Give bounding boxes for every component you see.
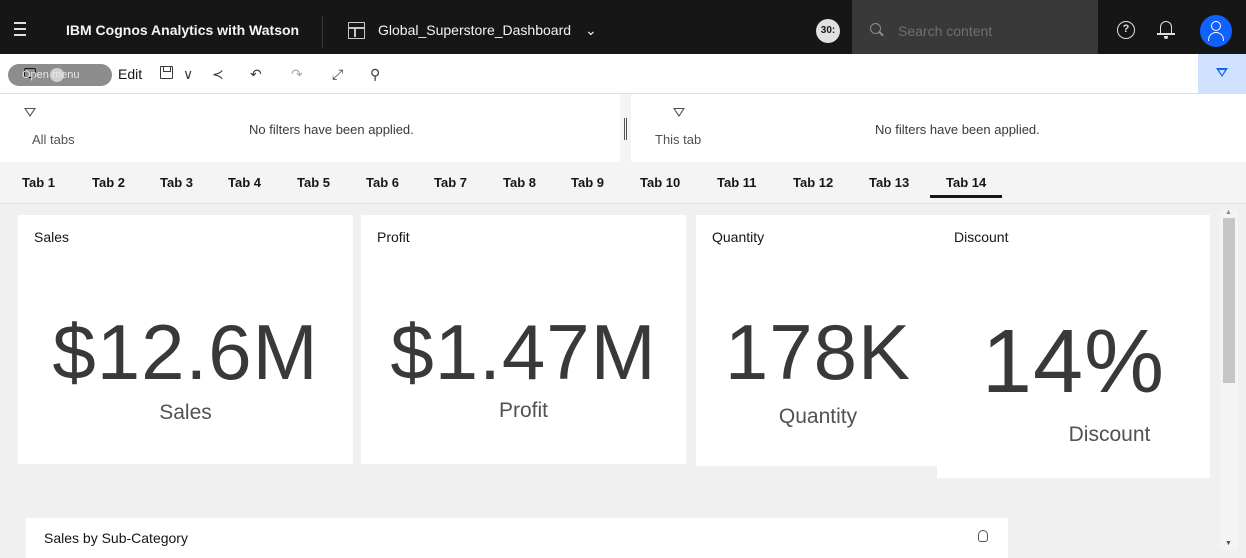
this-tab-filter-panel[interactable]: This tab No filters have been applied. bbox=[631, 94, 1246, 162]
scrollbar-thumb[interactable] bbox=[1223, 218, 1235, 383]
dashboard-icon bbox=[348, 22, 365, 39]
kpi-label: Discount bbox=[1068, 423, 1151, 446]
edit-label[interactable]: Edit bbox=[118, 66, 142, 82]
bell-icon[interactable] bbox=[1157, 19, 1175, 39]
filter-divider-handle[interactable] bbox=[624, 118, 627, 140]
tab-1[interactable]: Tab 1 bbox=[22, 175, 55, 190]
fullscreen-icon[interactable]: ⤢ bbox=[332, 66, 343, 83]
kpi-card-profit[interactable]: Profit $1.47M Profit bbox=[361, 215, 686, 464]
kpi-value: $1.47M bbox=[390, 308, 657, 396]
all-tabs-label: All tabs bbox=[32, 132, 75, 147]
tab-4[interactable]: Tab 4 bbox=[228, 175, 261, 190]
kpi-value: 14% bbox=[981, 312, 1166, 412]
kpi-label: Sales bbox=[159, 401, 212, 424]
kpi-value: $12.6M bbox=[52, 308, 319, 396]
tab-7[interactable]: Tab 7 bbox=[434, 175, 467, 190]
kpi-card-sales[interactable]: Sales $12.6M Sales bbox=[18, 215, 353, 464]
tab-14[interactable]: Tab 14 bbox=[946, 175, 986, 190]
kpi-title: Sales bbox=[34, 229, 70, 245]
chevron-down-icon[interactable]: ⌄ bbox=[585, 22, 597, 39]
sales-by-subcategory-card[interactable]: Sales by Sub-Category bbox=[26, 518, 1008, 558]
hamburger-menu-icon[interactable] bbox=[14, 22, 30, 38]
this-tab-label: This tab bbox=[655, 132, 702, 147]
tab-13[interactable]: Tab 13 bbox=[869, 175, 909, 190]
all-tabs-filter-message: No filters have been applied. bbox=[249, 122, 414, 137]
tab-bar: Tab 1 Tab 2 Tab 3 Tab 4 Tab 5 Tab 6 Tab … bbox=[0, 162, 1246, 204]
kpi-title: Profit bbox=[377, 229, 410, 245]
share-icon[interactable]: ≺ bbox=[212, 66, 224, 83]
tab-12[interactable]: Tab 12 bbox=[793, 175, 833, 190]
card-title: Sales by Sub-Category bbox=[44, 530, 188, 546]
search-icon bbox=[870, 23, 881, 34]
open-menu-toggle[interactable]: Open menu bbox=[8, 64, 112, 86]
kpi-label: Quantity bbox=[778, 405, 858, 428]
kpi-title: Discount bbox=[954, 229, 1009, 245]
tab-8[interactable]: Tab 8 bbox=[503, 175, 536, 190]
kpi-label: Profit bbox=[498, 399, 548, 422]
dashboard-name[interactable]: Global_Superstore_Dashboard bbox=[378, 22, 571, 38]
filter-area: All tabs No filters have been applied. T… bbox=[0, 94, 1246, 162]
kpi-card-discount[interactable]: Discount 14% Discount bbox=[937, 215, 1210, 478]
tab-9[interactable]: Tab 9 bbox=[571, 175, 604, 190]
tab-2[interactable]: Tab 2 bbox=[92, 175, 125, 190]
kpi-card-quantity[interactable]: Quantity 178K Quantity bbox=[696, 215, 940, 466]
filter-panel-toggle[interactable] bbox=[1198, 54, 1246, 94]
scroll-up-arrow-icon[interactable]: ▲ bbox=[1225, 209, 1232, 216]
kpi-title: Quantity bbox=[712, 229, 765, 245]
lightbulb-icon[interactable] bbox=[978, 530, 988, 542]
user-avatar[interactable] bbox=[1200, 15, 1232, 47]
save-dropdown-chevron-icon[interactable]: ∨ bbox=[183, 66, 193, 83]
tab-3[interactable]: Tab 3 bbox=[160, 175, 193, 190]
help-icon[interactable]: ? bbox=[1117, 21, 1135, 39]
open-menu-label: Open menu bbox=[22, 69, 80, 81]
tab-10[interactable]: Tab 10 bbox=[640, 175, 680, 190]
save-icon[interactable] bbox=[160, 66, 173, 79]
notification-count-badge[interactable]: 30: bbox=[816, 19, 840, 43]
app-title: IBM Cognos Analytics with Watson bbox=[66, 22, 300, 38]
filter-icon bbox=[673, 108, 685, 117]
undo-icon[interactable]: ↶ bbox=[250, 66, 262, 83]
active-tab-indicator bbox=[930, 195, 1002, 198]
header-divider bbox=[322, 16, 323, 48]
dashboard-toolbar: Open menu Edit ∨ ≺ ↶ ↷ ⤢ ⚲ bbox=[0, 54, 1246, 94]
scroll-down-arrow-icon[interactable]: ▼ bbox=[1225, 540, 1232, 547]
filter-icon bbox=[1216, 68, 1228, 77]
tab-11[interactable]: Tab 11 bbox=[717, 175, 757, 190]
kpi-value: 178K bbox=[724, 308, 912, 396]
tab-6[interactable]: Tab 6 bbox=[366, 175, 399, 190]
filter-icon bbox=[24, 108, 36, 117]
tab-5[interactable]: Tab 5 bbox=[297, 175, 330, 190]
redo-icon[interactable]: ↷ bbox=[291, 66, 303, 83]
pin-icon[interactable]: ⚲ bbox=[370, 66, 380, 83]
search-input[interactable]: Search content bbox=[898, 23, 992, 39]
all-tabs-filter-panel[interactable]: All tabs No filters have been applied. bbox=[0, 94, 620, 162]
this-tab-filter-message: No filters have been applied. bbox=[875, 122, 1040, 137]
